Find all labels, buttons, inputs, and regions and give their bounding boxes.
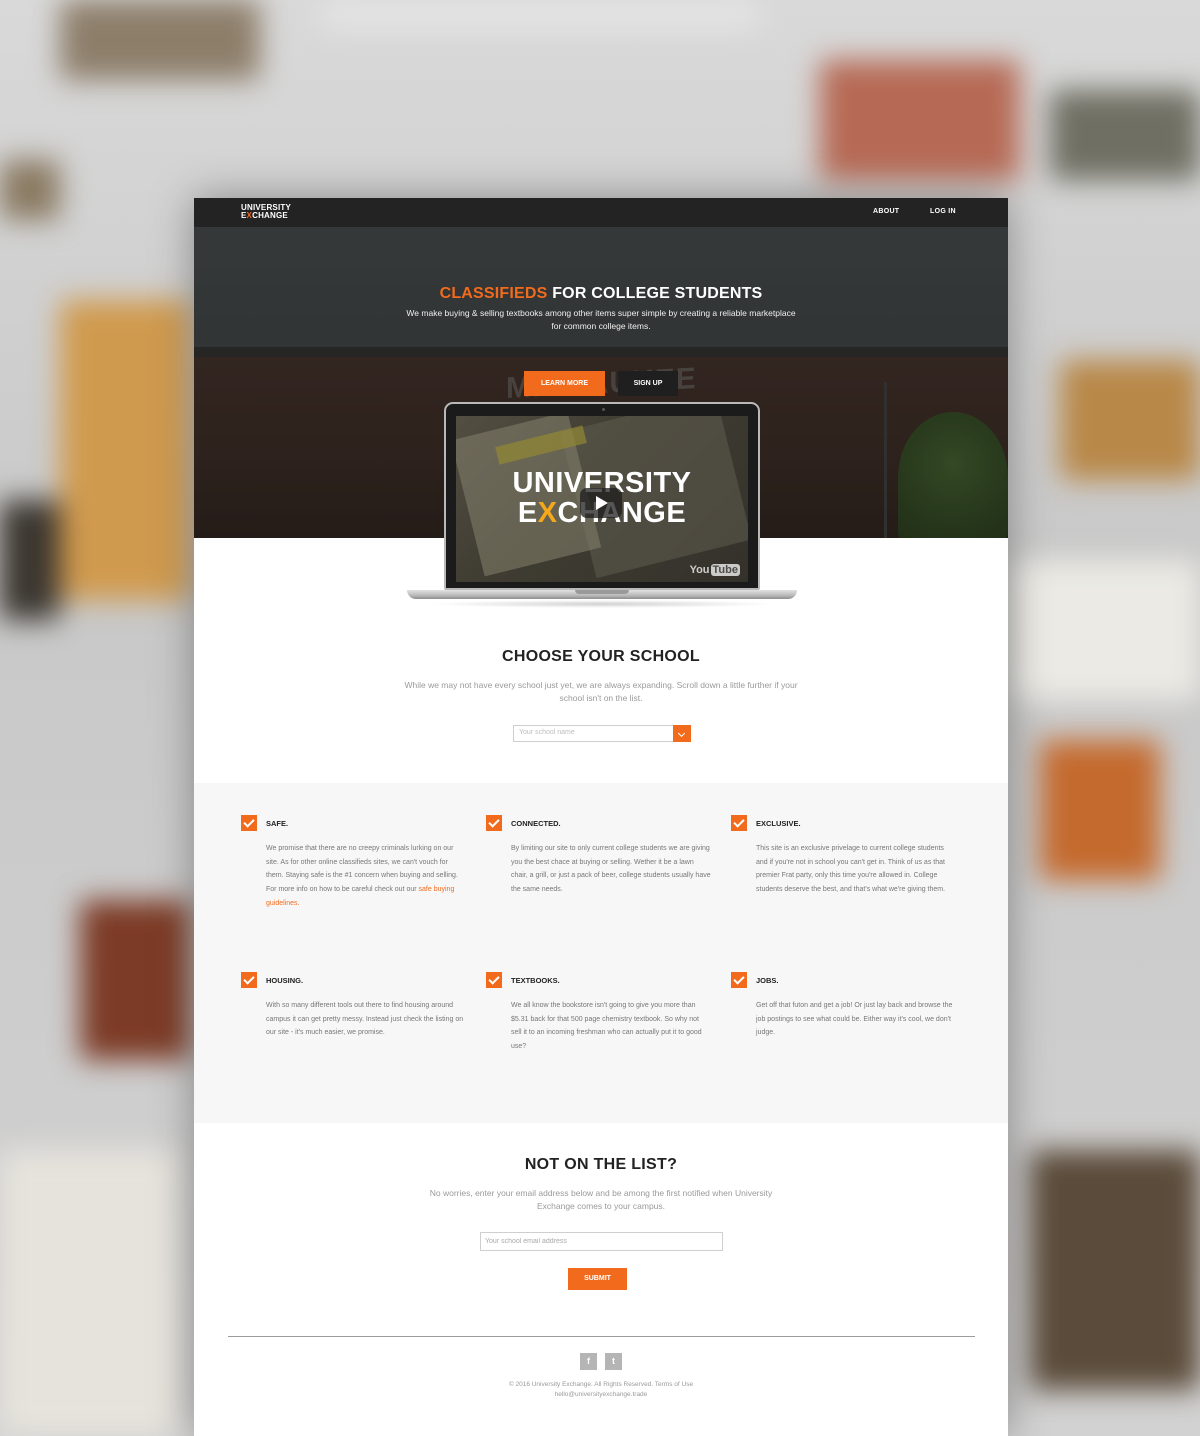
feature-description: Get off that futon and get a job! Or jus… [756,1002,953,1037]
feature-description: This site is an exclusive privelage to c… [756,845,946,894]
hero-title-accent: CLASSIFIEDS [439,285,548,302]
logo-line-2: EXCHANGE [241,212,291,220]
not-on-list-subtitle: No worries, enter your email address bel… [429,1188,773,1211]
laptop-video-mockup: UNIVERSITY EXCHANGE You Tube [407,402,797,612]
feature-title: SAFE. [266,819,289,828]
logo-change: CHANGE [252,211,288,220]
facebook-icon[interactable]: f [580,1353,597,1370]
hero-title: CLASSIFIEDS FOR COLLEGE STUDENTS [194,285,1008,303]
laptop-shadow [427,600,777,608]
feature-title: EXCLUSIVE. [756,819,801,828]
video-logo-x: X [537,497,558,529]
choose-school-subtitle: While we may not have every school just … [404,680,798,703]
laptop-lid: UNIVERSITY EXCHANGE You Tube [444,402,760,590]
checkmark-icon [241,815,257,831]
contact-email-link[interactable]: hello@universityexchange.trade [194,1391,1008,1398]
school-select-placeholder: Your school name [519,729,575,736]
checkmark-icon [486,815,502,831]
feature-title: HOUSING. [266,976,304,985]
top-navbar: UNIVERSITY EXCHANGE ABOUT LOG IN [194,198,1008,227]
footer-divider [228,1336,975,1337]
checkmark-icon [486,972,502,988]
submit-button[interactable]: SUBMIT [568,1268,627,1290]
checkmark-icon [731,972,747,988]
checkmark-icon [241,972,257,988]
site-logo[interactable]: UNIVERSITY EXCHANGE [241,204,291,220]
chevron-down-icon[interactable] [673,725,691,742]
video-player[interactable]: UNIVERSITY EXCHANGE You Tube [456,416,748,582]
learn-more-button[interactable]: LEARN MORE [524,371,605,396]
twitter-icon[interactable]: t [605,1353,622,1370]
feature-description: We all know the bookstore isn't going to… [511,1002,702,1051]
sign-up-button[interactable]: SIGN UP [618,371,678,396]
laptop-notch [575,590,629,594]
webpage-mockup: UNIVERSITY EXCHANGE ABOUT LOG IN MILWAUK… [194,198,1008,1436]
play-icon[interactable] [580,488,622,518]
feature-description: With so many different tools out there t… [266,1002,464,1037]
feature-title: JOBS. [756,976,779,985]
hero-title-rest: FOR COLLEGE STUDENTS [547,285,763,302]
youtube-logo[interactable]: You Tube [690,564,740,576]
copyright-text: © 2016 University Exchange. All Rights R… [508,1381,694,1388]
email-field[interactable] [480,1232,723,1251]
checkmark-icon [731,815,747,831]
nav-login-link[interactable]: LOG IN [930,208,956,215]
feature-description: We promise that there are no creepy crim… [266,842,466,911]
laptop-camera [602,408,605,411]
feature-title: TEXTBOOKS. [511,976,560,985]
youtube-tube: Tube [710,564,740,576]
nav-about-link[interactable]: ABOUT [873,208,899,215]
feature-title: CONNECTED. [511,819,561,828]
feature-description: By limiting our site to only current col… [511,845,711,894]
school-select-dropdown[interactable]: Your school name [513,725,691,742]
hero-subtitle: We make buying & selling textbooks among… [406,308,796,331]
video-logo-e: E [517,497,538,529]
choose-school-title: CHOOSE YOUR SCHOOL [501,648,701,665]
youtube-you: You [689,564,710,576]
features-section: SAFE. We promise that there are no creep… [194,783,1008,1123]
not-on-list-title: NOT ON THE LIST? [524,1156,678,1173]
